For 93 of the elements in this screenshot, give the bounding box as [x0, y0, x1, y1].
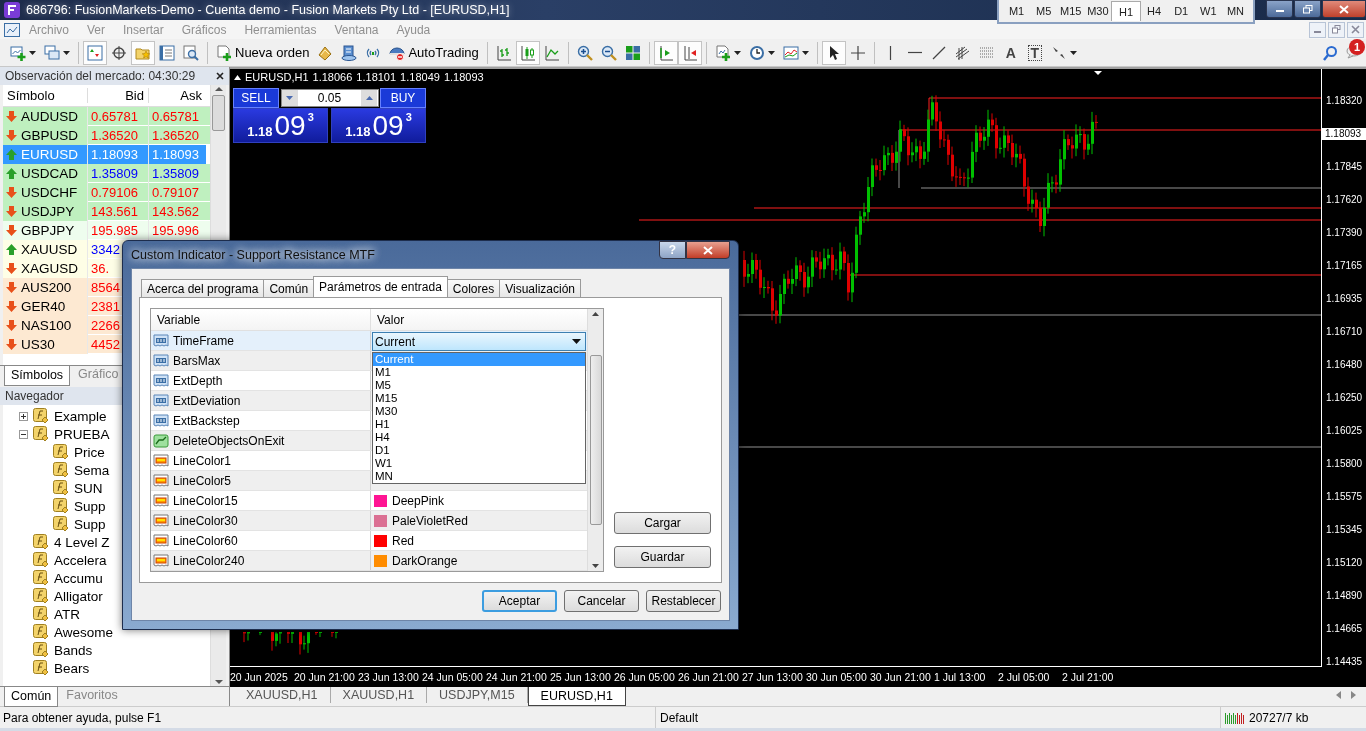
- symbol-name: NAS100: [21, 317, 72, 333]
- ask-price: 0.65781: [152, 108, 199, 124]
- symbol-name: AUDUSD: [21, 108, 78, 124]
- price-label: 1.17165: [1325, 260, 1364, 272]
- price-label: 1.16710: [1325, 326, 1364, 338]
- parameter-value: DeepPink: [392, 493, 445, 508]
- symbol-name: AUS200: [21, 279, 72, 295]
- traffic-text: 20727/7 kb: [1249, 710, 1309, 725]
- bid-price: 1.36520: [91, 127, 138, 143]
- quote-value: 1.18101: [356, 71, 397, 83]
- symbol-name: GBPJPY: [21, 222, 75, 238]
- symbol-name: USDCAD: [21, 165, 78, 181]
- time-label: 25 Jun 13:00: [550, 671, 612, 683]
- time-label: 20 Jun 21:00: [294, 671, 356, 683]
- price-label: 1.17620: [1325, 194, 1364, 206]
- price-label: 1.15575: [1325, 491, 1364, 503]
- price-label: 1.14435: [1325, 656, 1364, 668]
- symbol-name: GBPUSD: [21, 127, 78, 143]
- symbol-name: EURUSD: [21, 146, 78, 162]
- time-label: 24 Jun 05:00: [422, 671, 484, 683]
- time-label: 30 Jun 21:00: [870, 671, 932, 683]
- ask-price: 0.79107: [152, 184, 199, 200]
- price-label: 1.15800: [1325, 458, 1364, 470]
- quote-value: 1.18066: [312, 71, 353, 83]
- parameter-value: PaleVioletRed: [392, 513, 468, 528]
- parameter-name: LineColor240: [173, 553, 245, 568]
- price-label: 1.15120: [1325, 557, 1364, 569]
- parameter-name: ExtDeviation: [173, 393, 241, 408]
- bid-price: 4452: [91, 336, 120, 352]
- bid-price: 195.985: [91, 222, 138, 238]
- time-label: 26 Jun 21:00: [678, 671, 740, 683]
- parameter-name: LineColor60: [173, 533, 238, 548]
- symbol-name: USDJPY: [21, 203, 75, 219]
- price-label: 1.14890: [1325, 590, 1364, 602]
- chart-symbol: EURUSD,H1: [245, 71, 309, 83]
- bid-price: 1.18093: [91, 146, 138, 162]
- profile-name: Default: [660, 710, 699, 725]
- time-label: 27 Jun 13:00: [742, 671, 804, 683]
- parameter-name: LineColor1: [173, 453, 232, 468]
- price-label: 1.15345: [1325, 524, 1364, 536]
- window-title: 686796: FusionMarkets-Demo - Cuenta demo - Fusion Markets Pty Ltd - [EURUSD,H1]: [26, 3, 510, 17]
- time-label: 26 Jun 05:00: [614, 671, 676, 683]
- price-label: 1.14665: [1325, 623, 1364, 635]
- parameter-name: ExtBackstep: [173, 413, 240, 428]
- ask-price: 143.562: [152, 203, 199, 219]
- parameter-value: DarkOrange: [392, 553, 458, 568]
- time-label: 30 Jun 05:00: [806, 671, 868, 683]
- symbol-name: USDCHF: [21, 184, 78, 200]
- ask-price: 1.35809: [152, 165, 199, 181]
- quote-value: 1.18093: [443, 71, 484, 83]
- panel-title: Navegador: [5, 389, 64, 403]
- current-price-label: 1.18093: [1321, 128, 1366, 140]
- panel-title: Observación del mercado: 04:30:29: [5, 69, 196, 83]
- parameter-value: Red: [392, 533, 414, 548]
- bid-price: 0.79106: [91, 184, 138, 200]
- bid-price: 143.561: [91, 203, 138, 219]
- parameter-name: ExtDepth: [173, 373, 223, 388]
- ask-price: 1.36520: [152, 127, 199, 143]
- time-label: 20 Jun 2025: [230, 671, 289, 683]
- price-label: 1.16480: [1325, 359, 1364, 371]
- bid-price: 1.35809: [91, 165, 138, 181]
- symbol-name: XAGUSD: [21, 260, 78, 276]
- time-label: 24 Jun 21:00: [486, 671, 548, 683]
- parameter-name: LineColor15: [173, 493, 238, 508]
- parameter-name: DeleteObjectsOnExit: [173, 433, 285, 448]
- price-label: 1.18320: [1325, 95, 1364, 107]
- parameter-name: LineColor30: [173, 513, 238, 528]
- bid-price: 8564: [91, 279, 120, 295]
- bid-price: 3342: [91, 241, 120, 257]
- status-text: Para obtener ayuda, pulse F1: [2, 710, 163, 725]
- quote-value: 1.18049: [400, 71, 440, 83]
- time-label: 1 Jul 13:00: [934, 671, 987, 683]
- dialog-title: Custom Indicator - Support Resistance MTF: [131, 247, 375, 262]
- price-label: 1.16250: [1325, 392, 1364, 404]
- parameter-name: BarsMax: [173, 353, 221, 368]
- notification-badge: 1: [1349, 39, 1365, 55]
- time-label: 2 Jul 05:00: [998, 671, 1051, 683]
- price-label: 1.17845: [1325, 161, 1364, 173]
- price-label: 1.16025: [1325, 425, 1364, 437]
- symbol-name: XAUUSD: [21, 241, 78, 257]
- ask-price: 195.996: [152, 222, 199, 238]
- parameter-name: TimeFrame: [173, 333, 234, 348]
- symbol-name: US30: [21, 336, 55, 352]
- price-label: 1.17390: [1325, 227, 1364, 239]
- bid-price: 2381: [91, 298, 120, 314]
- bid-price: 0.65781: [91, 108, 138, 124]
- time-label: 23 Jun 13:00: [358, 671, 420, 683]
- ask-price: 1.18093: [152, 146, 199, 162]
- symbol-name: GER40: [21, 298, 66, 314]
- time-label: 2 Jul 21:00: [1062, 671, 1115, 683]
- bid-price: 2266: [91, 317, 120, 333]
- bid-price: 36.: [91, 260, 110, 276]
- price-label: 1.16935: [1325, 293, 1364, 305]
